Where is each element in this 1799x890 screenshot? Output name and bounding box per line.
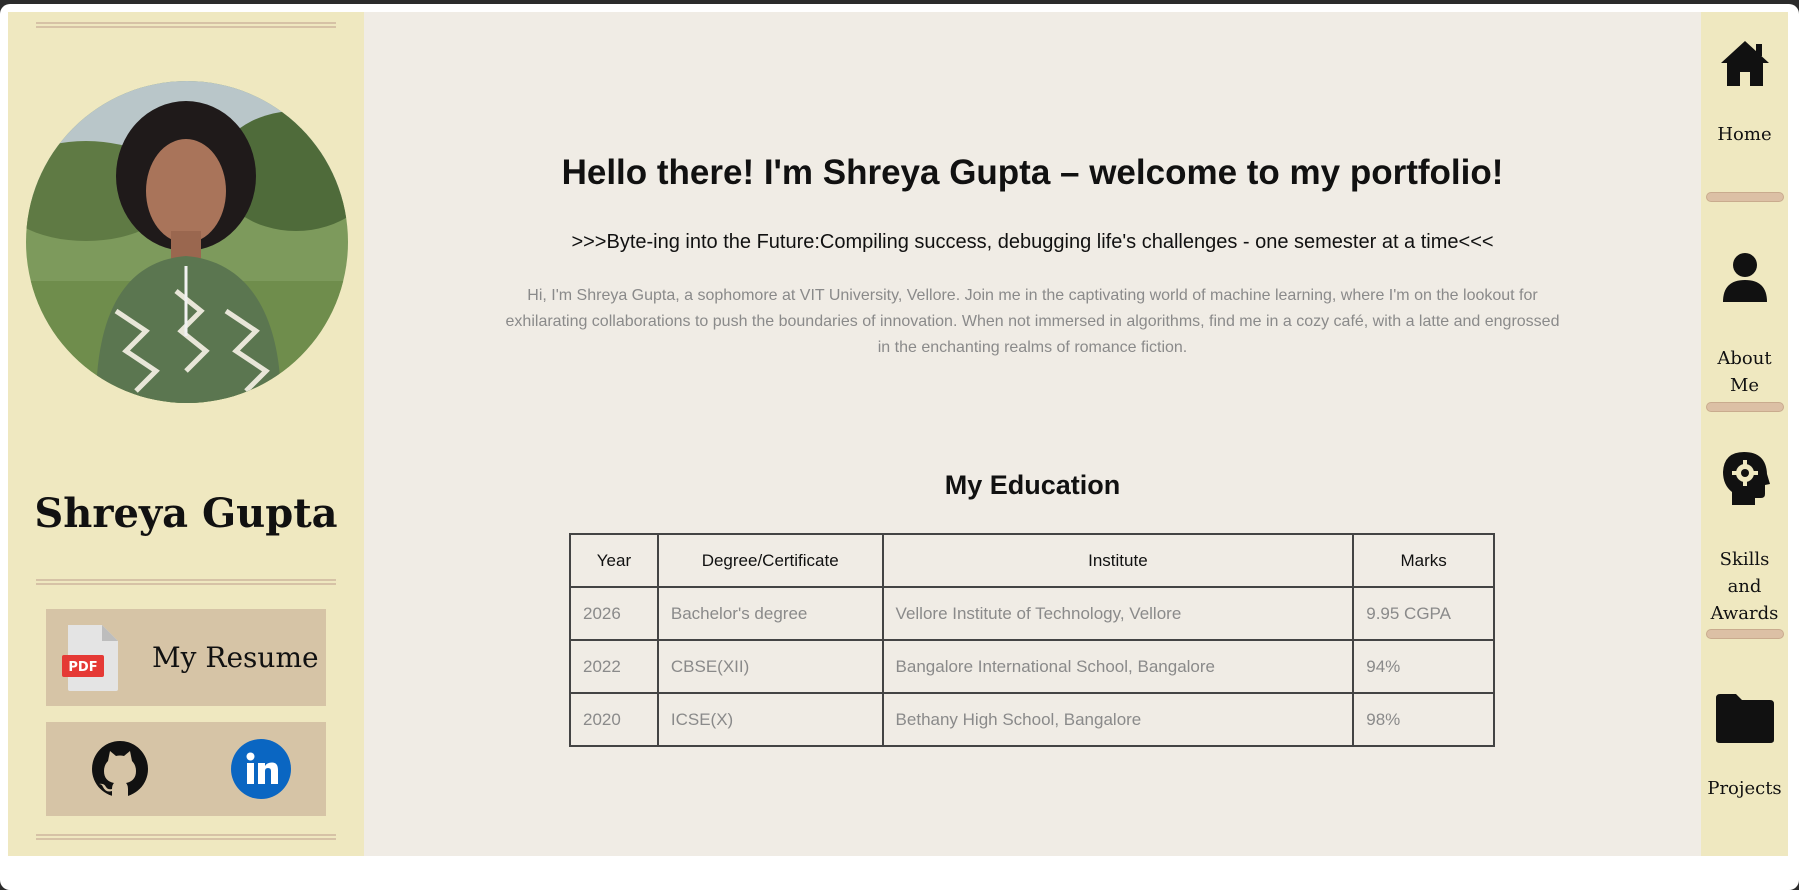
nav-label-projects: Projects <box>1707 778 1782 799</box>
education-table: Year Degree/Certificate Institute Marks … <box>569 533 1495 747</box>
hero-title: Hello there! I'm Shreya Gupta – welcome … <box>561 153 1504 192</box>
pdf-icon: PDF <box>62 624 118 691</box>
education-title: My Education <box>944 470 1121 500</box>
social-links <box>46 722 326 816</box>
header-marks: Marks <box>1352 533 1495 588</box>
hero-tagline: >>>Byte-ing into the Future:Compiling su… <box>571 231 1494 253</box>
nav-item-about[interactable]: About Me <box>1701 252 1788 399</box>
cell-degree: Bachelor's degree <box>656 586 884 641</box>
header-institute: Institute <box>881 533 1355 588</box>
nav-label-skills: Skills and Awards <box>1710 549 1779 624</box>
table-row: 2026 Bachelor's degree Vellore Institute… <box>569 586 1495 641</box>
profile-sidebar: Shreya Gupta PDF My Resume <box>8 12 364 856</box>
header-degree: Degree/Certificate <box>656 533 884 588</box>
cell-degree: ICSE(X) <box>656 692 884 747</box>
head-gear-icon <box>1722 452 1770 505</box>
profile-photo <box>26 81 348 403</box>
cell-year: 2026 <box>569 586 659 641</box>
resume-label: My Resume <box>152 641 319 674</box>
cell-marks: 94% <box>1352 639 1495 694</box>
resume-button[interactable]: PDF My Resume <box>46 609 326 706</box>
sidebar-divider-middle <box>36 579 336 585</box>
cell-degree: CBSE(XII) <box>656 639 884 694</box>
cell-year: 2020 <box>569 692 659 747</box>
table-row: 2022 CBSE(XII) Bangalore International S… <box>569 639 1495 694</box>
profile-name: Shreya Gupta <box>34 490 338 537</box>
pdf-badge-text: PDF <box>68 660 97 675</box>
nav-divider <box>1706 402 1784 412</box>
cell-institute: Vellore Institute of Technology, Vellore <box>881 586 1355 641</box>
cell-marks: 9.95 CGPA <box>1352 586 1495 641</box>
github-icon[interactable] <box>90 739 150 799</box>
nav-item-home[interactable]: Home <box>1701 38 1788 148</box>
linkedin-icon[interactable] <box>230 738 292 800</box>
folder-icon <box>1715 694 1774 743</box>
cell-marks: 98% <box>1352 692 1495 747</box>
table-header-row: Year Degree/Certificate Institute Marks <box>569 533 1495 588</box>
nav-divider <box>1706 629 1784 639</box>
header-year: Year <box>569 533 659 588</box>
profile-photo-image <box>26 81 348 403</box>
nav-item-skills[interactable]: Skills and Awards <box>1701 450 1788 627</box>
cell-year: 2022 <box>569 639 659 694</box>
nav-label-about: About Me <box>1717 348 1772 396</box>
sidebar-divider-top <box>36 22 336 28</box>
side-navigation: Home About Me Skills and Awards Projects <box>1701 12 1788 856</box>
cell-institute: Bangalore International School, Bangalor… <box>881 639 1355 694</box>
cell-institute: Bethany High School, Bangalore <box>881 692 1355 747</box>
nav-item-projects[interactable]: Projects <box>1701 692 1788 802</box>
main-content: Hello there! I'm Shreya Gupta – welcome … <box>364 12 1701 856</box>
home-icon <box>1720 41 1769 86</box>
hero-intro: Hi, I'm Shreya Gupta, a sophomore at VIT… <box>505 287 1560 356</box>
nav-divider <box>1706 192 1784 202</box>
user-icon <box>1722 253 1767 302</box>
table-row: 2020 ICSE(X) Bethany High School, Bangal… <box>569 692 1495 747</box>
sidebar-divider-bottom <box>36 834 336 840</box>
nav-label-home: Home <box>1717 124 1772 145</box>
